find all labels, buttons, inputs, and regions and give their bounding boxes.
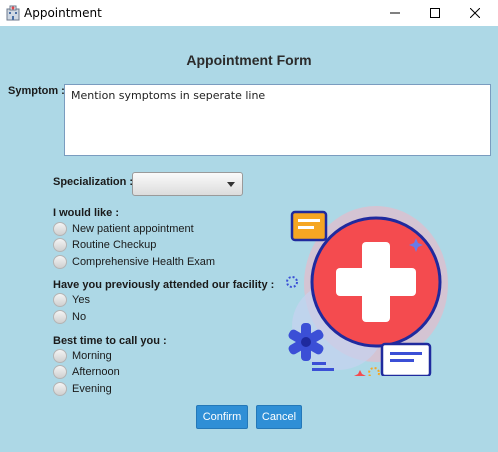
hospital-icon xyxy=(6,5,20,21)
minimize-icon xyxy=(390,12,400,14)
visit-type-label: I would like : xyxy=(53,207,120,219)
radio-evening[interactable]: Evening xyxy=(53,381,112,397)
dropdown-arrow-icon xyxy=(227,182,235,187)
specialization-dropdown[interactable] xyxy=(132,172,243,196)
radio-label: Routine Checkup xyxy=(72,239,157,251)
radio-comprehensive-exam[interactable]: Comprehensive Health Exam xyxy=(53,254,215,270)
radio-button[interactable] xyxy=(53,255,67,269)
radio-label: Yes xyxy=(72,294,90,306)
confirm-button[interactable]: Confirm xyxy=(196,405,248,429)
radio-routine-checkup[interactable]: Routine Checkup xyxy=(53,237,156,253)
title-bar: Appointment xyxy=(0,0,498,26)
radio-label: Evening xyxy=(72,383,112,395)
radio-button[interactable] xyxy=(53,310,67,324)
radio-label: Afternoon xyxy=(72,366,120,378)
form-title: Appointment Form xyxy=(186,52,312,68)
specialization-label: Specialization : xyxy=(53,176,134,188)
radio-new-patient[interactable]: New patient appointment xyxy=(53,221,194,237)
radio-morning[interactable]: Morning xyxy=(53,348,112,364)
symptom-label: Symptom : xyxy=(8,85,65,97)
previous-visit-label: Have you previously attended our facilit… xyxy=(53,279,275,291)
radio-label: Morning xyxy=(72,350,112,362)
symptom-textarea[interactable]: Mention symptoms in seperate line xyxy=(64,84,491,156)
radio-button[interactable] xyxy=(53,238,67,252)
radio-button[interactable] xyxy=(53,382,67,396)
form-panel: Appointment Form Symptom : Mention sympt… xyxy=(0,26,498,452)
radio-button[interactable] xyxy=(53,222,67,236)
window-title: Appointment xyxy=(24,6,102,20)
cancel-button[interactable]: Cancel xyxy=(256,405,302,429)
radio-no[interactable]: No xyxy=(53,309,86,325)
radio-afternoon[interactable]: Afternoon xyxy=(53,364,120,380)
radio-yes[interactable]: Yes xyxy=(53,292,90,308)
radio-button[interactable] xyxy=(53,293,67,307)
maximize-icon xyxy=(430,8,440,18)
radio-button[interactable] xyxy=(53,365,67,379)
medical-cross-illustration xyxy=(286,206,448,376)
radio-label: New patient appointment xyxy=(72,223,194,235)
radio-label: No xyxy=(72,311,87,323)
close-icon xyxy=(470,8,480,18)
radio-label: Comprehensive Health Exam xyxy=(72,256,216,268)
radio-button[interactable] xyxy=(53,349,67,363)
call-time-label: Best time to call you : xyxy=(53,335,167,347)
close-button[interactable] xyxy=(452,0,498,26)
